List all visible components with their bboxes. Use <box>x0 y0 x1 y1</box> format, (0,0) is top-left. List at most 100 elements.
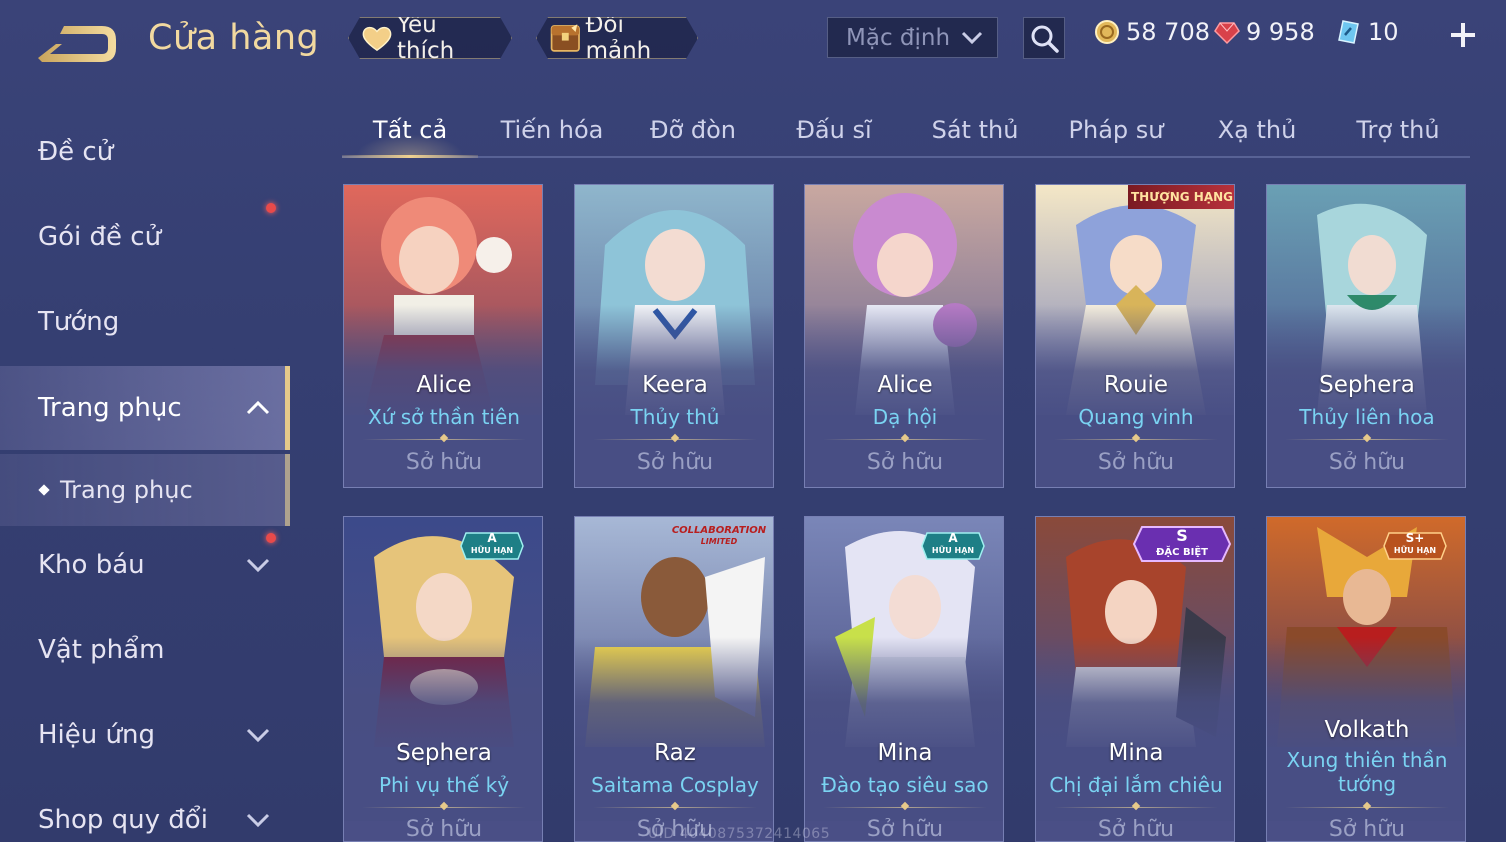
sort-value: Mặc định <box>846 24 951 51</box>
badge-label: THƯỢNG HẠNG <box>1130 190 1234 204</box>
owned-status: Sở hữu <box>866 450 944 475</box>
badge-grade: A <box>487 531 497 545</box>
voucher-amount: 10 <box>1368 18 1399 46</box>
sidebar-item-items[interactable]: Vật phẩm <box>0 608 290 692</box>
skin-card[interactable]: Keera Thủy thủ Sở hữu <box>574 184 774 488</box>
tab-evolution[interactable]: Tiến hóa <box>484 104 620 156</box>
sidebar-item-skins[interactable]: Trang phục <box>0 366 290 450</box>
sidebar-item-label: Kho báu <box>38 550 145 580</box>
card-divider <box>593 439 757 440</box>
skin-name: Thủy thủ <box>630 405 720 429</box>
tab-label: Đấu sĩ <box>796 116 872 144</box>
tab-all[interactable]: Tất cả <box>342 104 478 158</box>
add-currency-button[interactable] <box>1448 20 1478 50</box>
tab-assassin[interactable]: Sát thủ <box>907 104 1043 156</box>
ruby-gem-icon <box>1214 22 1240 45</box>
sort-dropdown[interactable]: Mặc định <box>827 17 998 58</box>
page-title: Cửa hàng <box>148 18 320 58</box>
skin-name: Thủy liên hoa <box>1299 405 1435 429</box>
tab-fighter[interactable]: Đấu sĩ <box>766 104 902 156</box>
sidebar-item-recommended-bundles[interactable]: Gói đề cử <box>0 195 290 279</box>
card-divider <box>362 807 526 808</box>
search-button[interactable] <box>1023 17 1065 59</box>
hero-name: Alice <box>416 372 472 398</box>
sidebar-item-label: Vật phẩm <box>38 635 165 665</box>
hero-name: Mina <box>1108 740 1164 766</box>
skin-name: Xung thiên thần tướng <box>1286 748 1448 796</box>
owned-status: Sở hữu <box>866 817 944 842</box>
sidebar-item-heroes[interactable]: Tướng <box>0 280 290 364</box>
sidebar-item-label: Đề cử <box>38 137 114 167</box>
chest-icon <box>549 20 582 56</box>
grade-badge: A HỮU HẠN <box>460 531 524 561</box>
badge-sub: HỮU HẠN <box>470 546 514 555</box>
tab-marksman[interactable]: Xạ thủ <box>1189 104 1325 156</box>
card-fade <box>344 637 542 757</box>
voucher-currency: 10 <box>1336 18 1399 46</box>
sidebar-item-label: Gói đề cử <box>38 222 162 252</box>
skin-card[interactable]: Alice Xứ sở thần tiên Sở hữu <box>343 184 543 488</box>
tab-label: Pháp sư <box>1068 116 1164 144</box>
card-divider <box>823 807 987 808</box>
card-fade <box>805 637 1003 757</box>
notification-dot <box>266 203 276 213</box>
skin-card[interactable]: A HỮU HẠN Mina Đào tạo siêu sao Sở hữu <box>804 516 1004 842</box>
grade-badge: S ĐẶC BIỆT <box>1132 519 1232 569</box>
sidebar-item-treasure[interactable]: Kho báu <box>0 523 290 607</box>
skin-name: Dạ hội <box>872 405 938 429</box>
chevron-down-icon <box>961 31 983 45</box>
sidebar-item-label: Hiệu ứng <box>38 720 155 750</box>
exchange-label: Đổi mảnh <box>585 12 652 64</box>
skin-card[interactable]: S+ HỮU HẠN Volkath Xung thiên thần tướng… <box>1266 516 1466 842</box>
card-divider <box>1285 807 1449 808</box>
owned-status: Sở hữu <box>405 817 483 842</box>
favorite-label: Yêu thích <box>396 12 455 64</box>
bullet-icon <box>38 484 50 496</box>
collab-badge: COLLABORATION LIMITED <box>667 525 771 553</box>
tab-support[interactable]: Trợ thủ <box>1330 104 1466 156</box>
tab-mage[interactable]: Pháp sư <box>1048 104 1184 156</box>
hero-name: Alice <box>877 372 933 398</box>
tab-label: Sát thủ <box>931 116 1019 144</box>
skin-card[interactable]: A HỮU HẠN Sephera Phi vụ thế kỷ Sở hữu <box>343 516 543 842</box>
chevron-up-icon <box>246 400 270 415</box>
skin-card[interactable]: Sephera Thủy liên hoa Sở hữu <box>1266 184 1466 488</box>
sidebar-subitem-skins[interactable]: Trang phục <box>0 454 290 526</box>
exchange-fragments-button[interactable]: Đổi mảnh <box>536 17 698 59</box>
skin-card[interactable]: THƯỢNG HẠNG Rouie Quang vinh Sở hữu <box>1035 184 1235 488</box>
card-divider <box>1054 807 1218 808</box>
hero-name: Sephera <box>396 740 492 766</box>
tab-tank[interactable]: Đỡ đòn <box>625 104 761 156</box>
card-divider <box>1285 439 1449 440</box>
back-arrow-icon <box>38 26 116 62</box>
sidebar-item-exchange-shop[interactable]: Shop quy đổi <box>0 778 290 842</box>
badge-label: COLLABORATION <box>671 525 767 536</box>
uid-watermark: UID 4040875372414065 <box>648 826 831 842</box>
card-fade <box>1036 637 1234 757</box>
gold-coin-icon <box>1095 20 1119 44</box>
card-divider <box>362 439 526 440</box>
owned-status: Sở hữu <box>1328 450 1406 475</box>
back-button[interactable] <box>36 22 118 66</box>
skin-name: Quang vinh <box>1078 405 1194 429</box>
heart-icon <box>361 23 393 53</box>
notification-dot <box>266 533 276 543</box>
card-divider <box>1054 439 1218 440</box>
sidebar-item-label: Shop quy đổi <box>38 805 208 835</box>
sidebar-item-effects[interactable]: Hiệu ứng <box>0 693 290 777</box>
skin-name: Đào tạo siêu sao <box>821 773 989 797</box>
favorite-button[interactable]: Yêu thích <box>348 17 512 59</box>
gold-amount: 58 708 <box>1126 18 1210 46</box>
hero-name: Rouie <box>1103 372 1169 398</box>
sidebar-item-label: Trang phục <box>38 393 182 423</box>
sidebar-item-recommended[interactable]: Đề cử <box>0 110 290 194</box>
skin-card[interactable]: Alice Dạ hội Sở hữu <box>804 184 1004 488</box>
hero-name: Volkath <box>1324 717 1410 743</box>
skin-card[interactable]: COLLABORATION LIMITED Raz Saitama Cospla… <box>574 516 774 842</box>
skin-name: Xứ sở thần tiên <box>368 405 520 429</box>
grade-badge: A HỮU HẠN <box>921 531 985 561</box>
card-fade <box>575 637 773 757</box>
skin-name: Phi vụ thế kỷ <box>378 773 510 797</box>
skin-card[interactable]: S ĐẶC BIỆT Mina Chị đại lắm chiêu Sở hữu <box>1035 516 1235 842</box>
voucher-icon <box>1338 20 1359 44</box>
